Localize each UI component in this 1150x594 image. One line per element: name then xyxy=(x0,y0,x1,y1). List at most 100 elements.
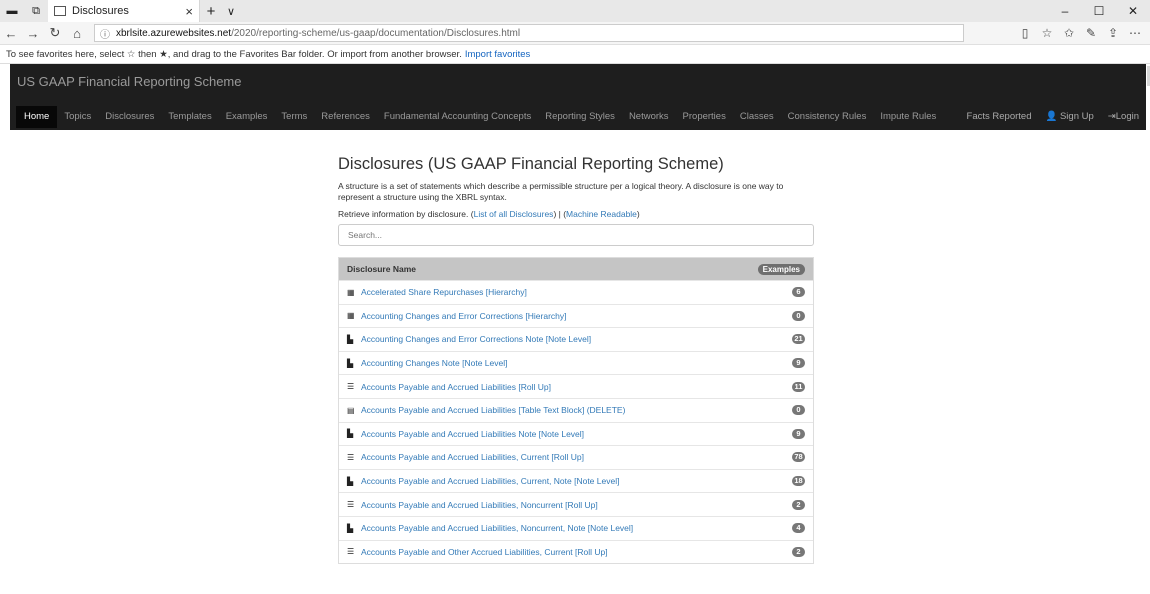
disclosure-link[interactable]: Accounts Payable and Accrued Liabilities… xyxy=(361,500,792,510)
column-disclosure-name: Disclosure Name xyxy=(347,264,416,274)
table-row: ▙ Accounts Payable and Accrued Liabilitie… xyxy=(339,468,813,493)
nav-home[interactable]: Home xyxy=(16,106,58,128)
disclosure-link[interactable]: Accounts Payable and Accrued Liabilities… xyxy=(361,452,792,462)
table-row: ☰ Accounts Payable and Accrued Liabilitie… xyxy=(339,492,813,516)
info-icon[interactable]: ⓘ xyxy=(100,26,110,41)
main-content: Disclosures (US GAAP Financial Reporting… xyxy=(338,152,814,565)
retrieve-line: Retrieve information by disclosure. (Lis… xyxy=(338,209,814,219)
main-nav: Home Topics Disclosures Templates Exampl… xyxy=(10,106,1146,128)
nav-references[interactable]: References xyxy=(314,106,377,128)
search-input[interactable] xyxy=(338,224,814,246)
favorite-star-icon[interactable]: ☆ xyxy=(1036,26,1058,40)
more-icon[interactable]: ⋯ xyxy=(1124,26,1146,40)
nav-sign-up[interactable]: 👤 Sign Up xyxy=(1038,106,1100,128)
table-body: ▦ Accelerated Share Repurchases [Hierarch… xyxy=(339,280,813,563)
machine-readable-link[interactable]: Machine Readable xyxy=(566,209,637,219)
reading-view-icon[interactable]: ▯ xyxy=(1014,26,1036,40)
nav-facts-reported[interactable]: Facts Reported xyxy=(960,106,1039,128)
table-row: ▙ Accounting Changes Note [Note Level] 9 xyxy=(339,350,813,375)
favorites-hub-icon[interactable]: ✩ xyxy=(1058,26,1080,40)
tab-actions-icon[interactable]: ▬ xyxy=(0,5,24,17)
tab-dropdown-icon[interactable]: ∨ xyxy=(222,5,240,18)
share-icon[interactable]: ⇪ xyxy=(1102,26,1124,40)
table-row: ▦ Accounting Changes and Error Correction… xyxy=(339,303,813,328)
notes-pen-icon[interactable]: ✎ xyxy=(1080,26,1102,40)
retrieve-prefix: Retrieve information by disclosure. ( xyxy=(338,209,474,219)
example-count-badge: 11 xyxy=(792,381,805,392)
nav-templates[interactable]: Templates xyxy=(161,106,218,128)
login-icon: ⇥ xyxy=(1107,111,1116,122)
nav-networks[interactable]: Networks xyxy=(622,106,676,128)
table-row: ☰ Accounts Payable and Accrued Liabilitie… xyxy=(339,374,813,398)
example-count-badge: 0 xyxy=(792,310,805,321)
nav-terms[interactable]: Terms xyxy=(274,106,314,128)
toolbar-icons: ▯ ☆ ✩ ✎ ⇪ ⋯ xyxy=(1014,26,1146,40)
example-count-badge: 9 xyxy=(792,358,805,369)
disclosure-link[interactable]: Accounts Payable and Accrued Liabilities… xyxy=(361,405,792,415)
url-input[interactable]: ⓘ xbrlsite.azurewebsites.net/2020/report… xyxy=(94,24,964,42)
forward-icon[interactable]: → xyxy=(22,26,44,41)
list-icon: ☰ xyxy=(347,452,355,462)
nav-consistency-rules[interactable]: Consistency Rules xyxy=(781,106,874,128)
maximize-icon[interactable]: ☐ xyxy=(1082,0,1116,22)
list-all-disclosures-link[interactable]: List of all Disclosures xyxy=(474,209,554,219)
example-count-badge: 6 xyxy=(792,287,805,298)
table-row: ☰ Accounts Payable and Accrued Liabilitie… xyxy=(339,445,813,469)
document-icon: ▙ xyxy=(347,358,354,368)
nav-reporting-styles[interactable]: Reporting Styles xyxy=(538,106,622,128)
disclosure-link[interactable]: Accounts Payable and Accrued Liabilities… xyxy=(361,429,792,439)
example-count-badge: 9 xyxy=(792,428,805,439)
disclosure-link[interactable]: Accounting Changes and Error Corrections… xyxy=(361,334,792,344)
table-header: Disclosure Name Examples xyxy=(339,258,813,280)
window-controls: – ☐ ✕ xyxy=(1048,0,1150,22)
list-icon: ☰ xyxy=(347,382,355,392)
home-icon[interactable]: ⌂ xyxy=(66,26,88,41)
example-count-badge: 4 xyxy=(792,523,805,534)
nav-login[interactable]: ⇥Login xyxy=(1101,106,1146,128)
example-count-badge: 2 xyxy=(792,499,805,510)
site-brand[interactable]: US GAAP Financial Reporting Scheme xyxy=(17,74,241,89)
disclosure-link[interactable]: Accounts Payable and Other Accrued Liabi… xyxy=(361,547,792,557)
disclosure-link[interactable]: Accounting Changes Note [Note Level] xyxy=(361,358,792,368)
minimize-icon[interactable]: – xyxy=(1048,0,1082,22)
user-icon: 👤 xyxy=(1045,111,1058,122)
document-icon: ▙ xyxy=(347,334,354,344)
example-count-badge: 0 xyxy=(792,405,805,416)
nav-right: Facts Reported 👤 Sign Up ⇥Login xyxy=(960,106,1146,128)
disclosure-link[interactable]: Accounts Payable and Accrued Liabilities… xyxy=(361,523,792,533)
page-description: A structure is a set of statements which… xyxy=(338,181,784,202)
login-label: Login xyxy=(1115,111,1139,122)
new-tab-button[interactable]: + xyxy=(200,3,222,20)
nav-disclosures[interactable]: Disclosures xyxy=(98,106,161,128)
page-title: Disclosures (US GAAP Financial Reporting… xyxy=(338,155,724,173)
grid-icon: ▦ xyxy=(347,311,355,321)
nav-fundamental-accounting-concepts[interactable]: Fundamental Accounting Concepts xyxy=(377,106,538,128)
close-window-icon[interactable]: ✕ xyxy=(1116,0,1150,22)
disclosure-link[interactable]: Accounting Changes and Error Corrections… xyxy=(361,311,792,321)
sign-up-label: Sign Up xyxy=(1059,111,1094,122)
example-count-badge: 21 xyxy=(792,334,805,345)
nav-topics[interactable]: Topics xyxy=(57,106,98,128)
disclosure-link[interactable]: Accounts Payable and Accrued Liabilities… xyxy=(361,382,792,392)
list-icon: ☰ xyxy=(347,547,355,557)
disclosure-table: Disclosure Name Examples ▦ Accelerated Sh… xyxy=(338,257,814,565)
nav-examples[interactable]: Examples xyxy=(219,106,275,128)
retrieve-suffix: ) xyxy=(636,209,640,219)
refresh-icon[interactable]: ↻ xyxy=(44,25,66,41)
close-tab-icon[interactable]: × xyxy=(185,4,193,19)
table-row: ▙ Accounting Changes and Error Correction… xyxy=(339,327,813,351)
example-count-badge: 2 xyxy=(792,546,805,557)
favorites-hint: To see favorites here, select ☆ then ★, … xyxy=(6,48,462,60)
nav-impute-rules[interactable]: Impute Rules xyxy=(873,106,943,128)
browser-tab[interactable]: Disclosures × xyxy=(48,0,200,22)
nav-classes[interactable]: Classes xyxy=(733,106,781,128)
import-favorites-link[interactable]: Import favorites xyxy=(465,49,530,60)
disclosure-link[interactable]: Accelerated Share Repurchases [Hierarchy… xyxy=(361,287,792,297)
example-count-badge: 18 xyxy=(792,476,805,487)
set-aside-tabs-icon[interactable]: ⧉ xyxy=(24,5,48,18)
nav-properties[interactable]: Properties xyxy=(676,106,733,128)
retrieve-separator: ) | ( xyxy=(553,209,567,219)
disclosure-link[interactable]: Accounts Payable and Accrued Liabilities… xyxy=(361,476,792,486)
back-icon[interactable]: ← xyxy=(0,26,22,41)
example-count-badge: 78 xyxy=(792,452,805,463)
